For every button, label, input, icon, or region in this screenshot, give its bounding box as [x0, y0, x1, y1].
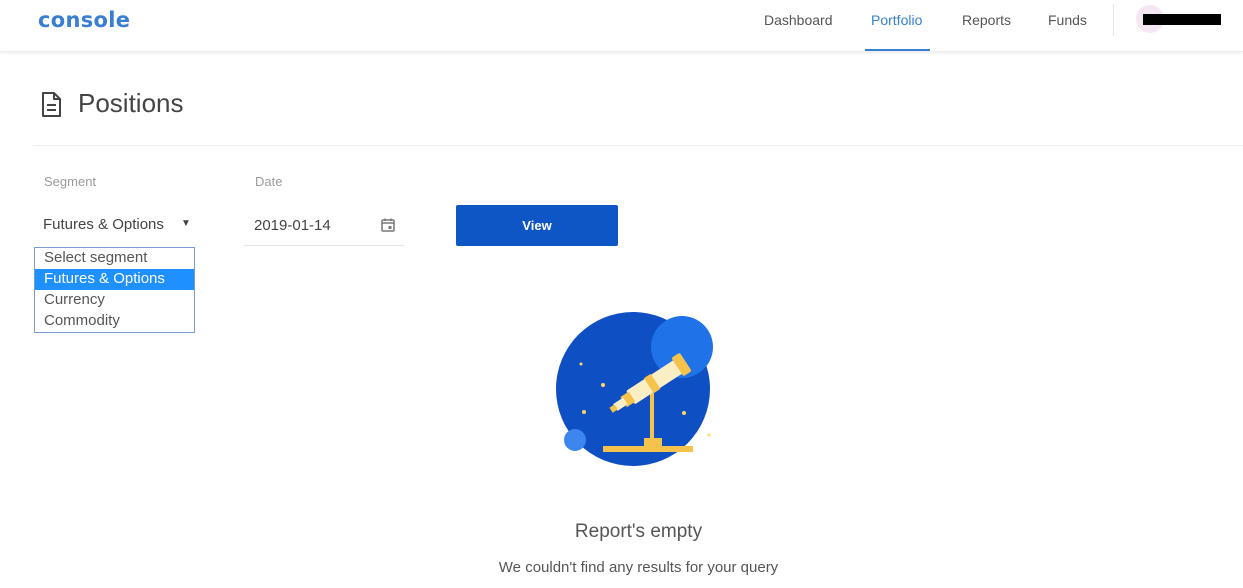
nav-funds[interactable]: Funds	[1048, 12, 1087, 28]
segment-dropdown: Select segment Futures & Options Currenc…	[34, 247, 195, 333]
empty-state-message: We couldn't find any results for your qu…	[498, 559, 779, 576]
segment-option-commodity[interactable]: Commodity	[35, 311, 194, 332]
segment-label: Segment	[44, 174, 97, 189]
nav-dashboard[interactable]: Dashboard	[764, 12, 833, 28]
user-name-redacted[interactable]	[1143, 14, 1221, 25]
segment-option-currency[interactable]: Currency	[35, 290, 194, 311]
empty-state-title: Report's empty	[574, 521, 703, 542]
telescope-illustration	[556, 312, 713, 466]
caret-down-icon: ▼	[181, 218, 191, 229]
segment-select[interactable]: Futures & Options ▼	[43, 216, 193, 238]
page-title: Positions	[78, 88, 184, 118]
active-nav-indicator	[865, 49, 930, 51]
calendar-icon[interactable]	[381, 218, 395, 232]
view-button[interactable]: View	[456, 205, 618, 246]
nav-portfolio[interactable]: Portfolio	[871, 12, 922, 28]
nav-divider	[1113, 4, 1114, 36]
date-input[interactable]: 2019-01-14	[244, 204, 404, 246]
segment-option-futures-options[interactable]: Futures & Options	[35, 269, 194, 290]
title-divider	[33, 145, 1243, 146]
top-header: console Dashboard Portfolio Reports Fund…	[0, 0, 1243, 52]
segment-selected-value: Futures & Options	[43, 216, 164, 233]
segment-option-select[interactable]: Select segment	[35, 248, 194, 269]
date-value: 2019-01-14	[254, 217, 331, 234]
document-icon	[42, 92, 61, 117]
console-logo[interactable]: console	[38, 8, 130, 32]
date-label: Date	[255, 174, 283, 189]
nav-reports[interactable]: Reports	[962, 12, 1011, 28]
